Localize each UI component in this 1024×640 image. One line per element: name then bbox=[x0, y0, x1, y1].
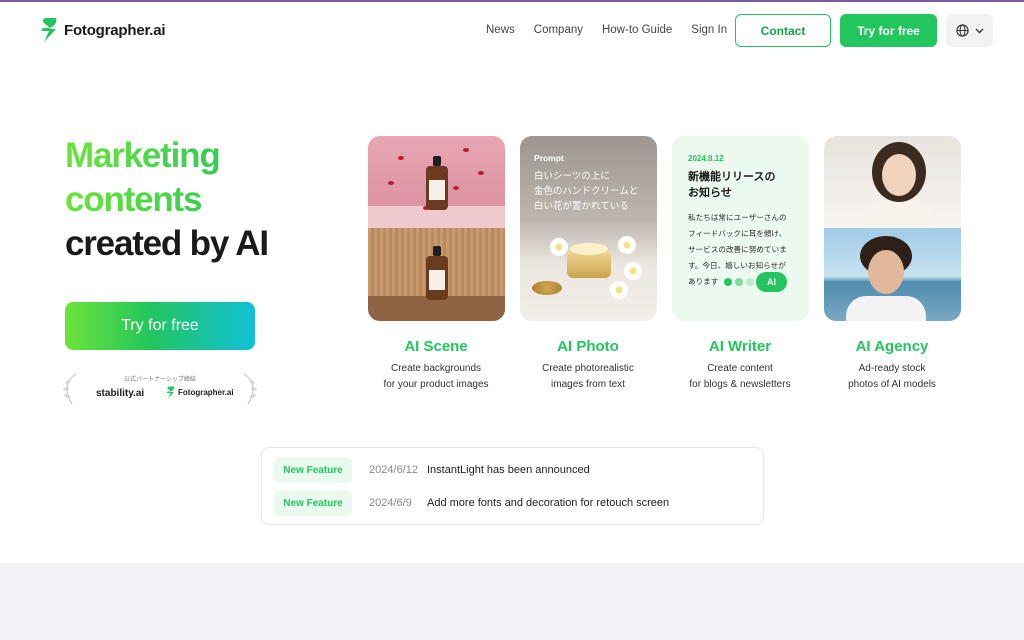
ai-photo-title[interactable]: AI Photo bbox=[513, 338, 663, 355]
rose-petal bbox=[388, 181, 394, 185]
news-date: 2024/6/9 bbox=[369, 497, 412, 509]
footer-section bbox=[0, 563, 1024, 640]
woman-face bbox=[882, 154, 916, 196]
rose-petal bbox=[478, 171, 484, 175]
ai-agency-title[interactable]: AI Agency bbox=[817, 338, 967, 355]
partnership-badge: 公式パートナーシップ締結 stability.ai Fotographer.ai bbox=[62, 370, 258, 408]
chevron-down-icon bbox=[975, 28, 983, 33]
writer-date: 2024.8.12 bbox=[688, 154, 724, 163]
site-header: Fotographer.ai News Company How-to Guide… bbox=[0, 2, 1024, 60]
rose-petal bbox=[398, 156, 404, 160]
news-item[interactable]: New Feature 2024/6/9 Add more fonts and … bbox=[274, 490, 669, 516]
news-text[interactable]: Add more fonts and decoration for retouc… bbox=[427, 497, 669, 509]
globe-icon bbox=[955, 24, 969, 37]
photo-prompt-text: 白いシーツの上に 金色のハンドクリームと 白い花が置かれている bbox=[534, 171, 639, 212]
nav-how-to-guide[interactable]: How-to Guide bbox=[602, 24, 672, 36]
news-panel: New Feature 2024/6/12 InstantLight has b… bbox=[261, 447, 764, 525]
ai-writer-feature: AI Writer Create content for blogs & new… bbox=[665, 338, 815, 393]
nav-news[interactable]: News bbox=[486, 24, 515, 36]
hero-title-line3: created by AI bbox=[65, 224, 269, 263]
fotographer-partner-logo: Fotographer.ai bbox=[166, 386, 234, 399]
rose-petal bbox=[463, 148, 469, 152]
ai-agency-image[interactable] bbox=[824, 136, 961, 321]
laurel-right-icon bbox=[243, 373, 257, 405]
gold-flakes bbox=[532, 281, 562, 295]
ai-photo-feature: AI Photo Create photorealistic images fr… bbox=[513, 338, 663, 393]
try-for-free-header-button[interactable]: Try for free bbox=[840, 14, 937, 47]
ai-scene-feature: AI Scene Create backgrounds for your pro… bbox=[361, 338, 511, 393]
news-text[interactable]: InstantLight has been announced bbox=[427, 464, 590, 476]
news-badge: New Feature bbox=[274, 457, 352, 483]
ai-writer-title[interactable]: AI Writer bbox=[665, 338, 815, 355]
news-item[interactable]: New Feature 2024/6/12 InstantLight has b… bbox=[274, 457, 590, 483]
fotographer-logo-icon bbox=[41, 18, 57, 42]
news-date: 2024/6/12 bbox=[369, 464, 418, 476]
ai-photo-image[interactable]: Prompt 白いシーツの上に 金色のハンドクリームと 白い花が置かれている bbox=[520, 136, 657, 321]
main-nav: News Company How-to Guide Sign In bbox=[486, 24, 727, 36]
ai-scene-description: Create backgrounds for your product imag… bbox=[383, 363, 489, 390]
logo-text: Fotographer.ai bbox=[64, 21, 166, 39]
partner-caption: 公式パートナーシップ締結 bbox=[124, 377, 196, 383]
photo-prompt-label: Prompt bbox=[534, 153, 564, 163]
fotographer-small-logo-icon bbox=[166, 386, 175, 399]
man-face bbox=[868, 250, 904, 294]
hero-title-line1: Marketing bbox=[65, 134, 268, 178]
try-for-free-hero-button[interactable]: Try for free bbox=[65, 302, 255, 350]
fotographer-partner-text: Fotographer.ai bbox=[178, 388, 234, 397]
ai-photo-description: Create photorealistic images from text bbox=[542, 363, 634, 390]
hero-title-line2: contents bbox=[65, 178, 268, 222]
product-bottle bbox=[426, 246, 448, 300]
man-shirt bbox=[846, 296, 926, 321]
cream-jar-top bbox=[570, 243, 608, 255]
hero-title: Marketing contents created by AI bbox=[65, 134, 269, 266]
ai-scene-title[interactable]: AI Scene bbox=[361, 338, 511, 355]
ai-writer-image[interactable]: 2024.8.12 新機能リリースの お知らせ 私たちは常にユーザーさんの フィ… bbox=[672, 136, 809, 321]
nav-company[interactable]: Company bbox=[534, 24, 583, 36]
white-flower bbox=[624, 262, 642, 280]
news-badge: New Feature bbox=[274, 490, 352, 516]
nav-sign-in[interactable]: Sign In bbox=[691, 24, 727, 36]
rose-petal bbox=[453, 186, 459, 190]
white-flower bbox=[550, 238, 568, 256]
stability-ai-logo: stability.ai bbox=[96, 388, 145, 399]
ai-agency-description: Ad-ready stock photos of AI models bbox=[848, 363, 936, 390]
language-selector[interactable] bbox=[946, 14, 993, 47]
ai-badge: AI bbox=[756, 272, 787, 292]
white-flower bbox=[610, 281, 628, 299]
white-flower bbox=[618, 236, 636, 254]
logo[interactable]: Fotographer.ai bbox=[40, 17, 166, 43]
writer-title: 新機能リリースの お知らせ bbox=[688, 171, 776, 199]
ai-writer-description: Create content for blogs & newsletters bbox=[689, 363, 791, 390]
ai-scene-image[interactable] bbox=[368, 136, 505, 321]
product-bottle bbox=[426, 156, 448, 210]
ai-agency-feature: AI Agency Ad-ready stock photos of AI mo… bbox=[817, 338, 967, 393]
contact-button[interactable]: Contact bbox=[735, 14, 831, 47]
typing-dots bbox=[724, 278, 754, 286]
